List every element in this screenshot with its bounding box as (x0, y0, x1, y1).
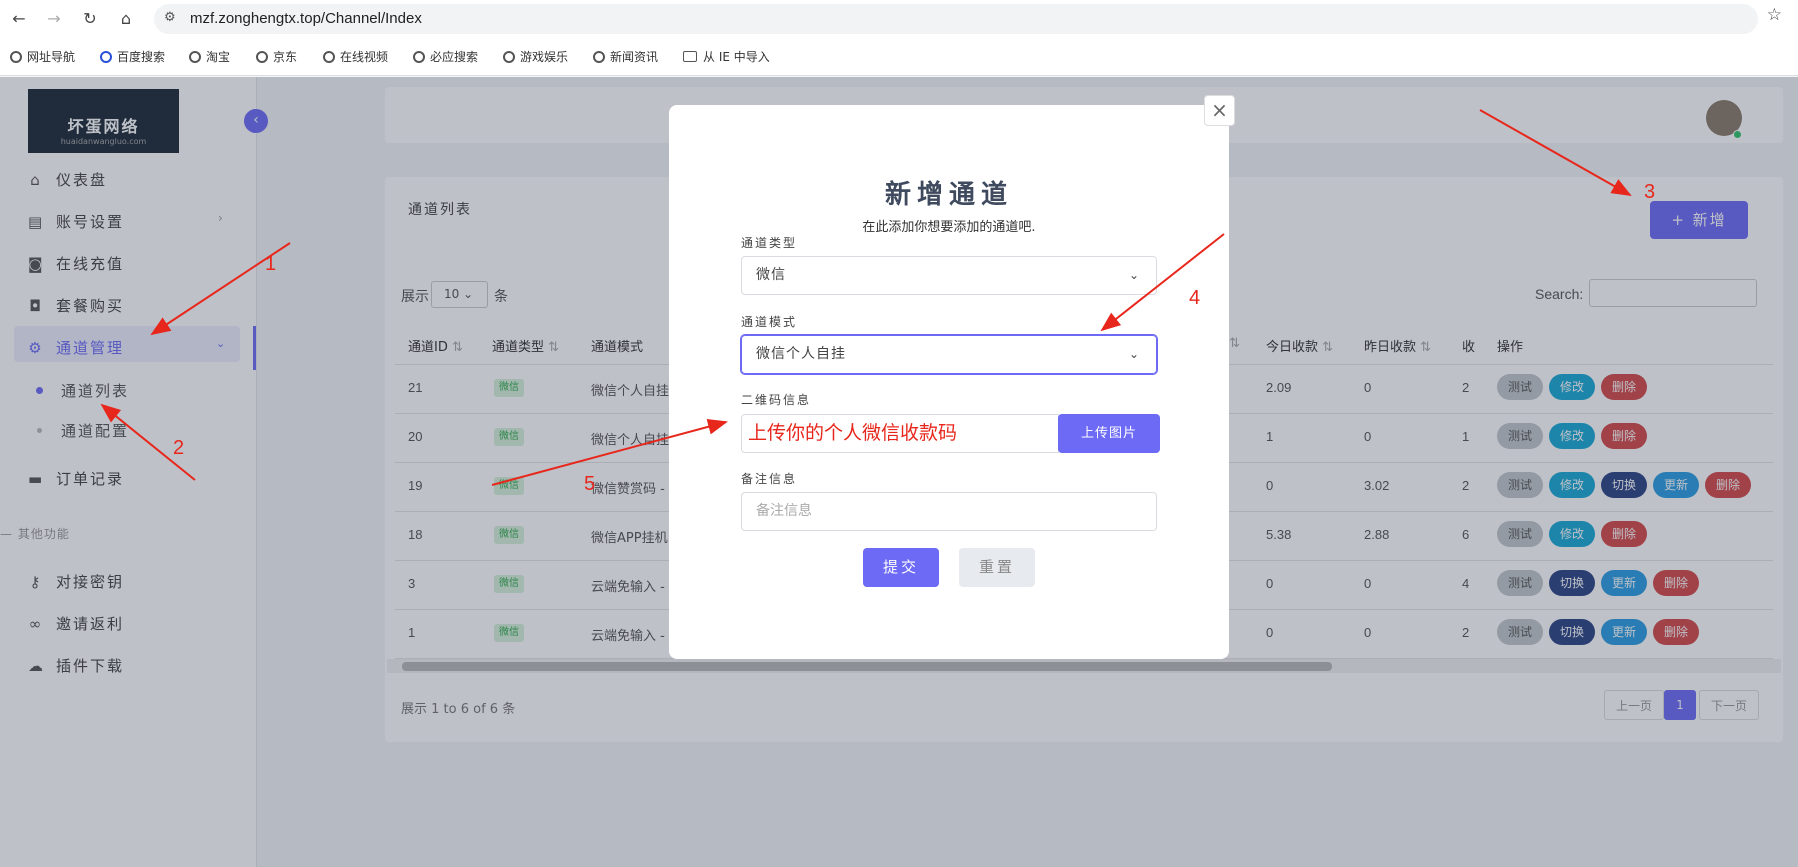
chevron-down-icon: ⌄ (1128, 268, 1140, 282)
globe-icon (189, 51, 201, 63)
note-label: 备注信息 (741, 472, 798, 486)
bookmark-label: 从 IE 中导入 (703, 50, 770, 64)
bookmark-item[interactable]: 游戏娱乐 (503, 48, 568, 65)
bookmarks-bar: 网址导航 百度搜索 淘宝 京东 在线视频 必应搜索 游戏娱乐 新闻资讯 从 IE… (0, 38, 1798, 76)
bookmark-item[interactable]: 淘宝 (189, 48, 230, 65)
bookmark-label: 百度搜索 (117, 50, 166, 64)
modal-subtitle: 在此添加你想要添加的通道吧. (862, 220, 1036, 235)
bookmark-label: 网址导航 (27, 50, 76, 64)
site-info-icon[interactable]: ⚙ (164, 10, 176, 25)
home-icon[interactable]: ⌂ (115, 8, 137, 30)
bookmark-star-icon[interactable]: ☆ (1767, 5, 1782, 25)
annotation-number: 2 (173, 437, 185, 459)
browser-toolbar: ← → ↻ ⌂ ⚙ mzf.zonghengtx.top/Channel/Ind… (0, 0, 1798, 38)
forward-icon[interactable]: → (43, 8, 65, 30)
channel-type-value: 微信 (756, 267, 786, 283)
mode-label: 通道模式 (741, 315, 798, 329)
modal-title: 新增通道 (884, 180, 1013, 210)
bookmark-label: 新闻资讯 (610, 50, 659, 64)
reload-icon[interactable]: ↻ (79, 8, 101, 30)
globe-icon (413, 51, 425, 63)
bookmark-label: 游戏娱乐 (520, 50, 569, 64)
close-modal-button[interactable]: × (1204, 95, 1235, 126)
bookmark-item[interactable]: 必应搜索 (413, 48, 478, 65)
bookmark-label: 京东 (273, 50, 298, 64)
bookmark-item[interactable]: 百度搜索 (100, 48, 165, 65)
bookmark-item[interactable]: 京东 (256, 48, 297, 65)
baidu-icon (100, 51, 112, 63)
bookmark-item[interactable]: 在线视频 (323, 48, 388, 65)
globe-icon (256, 51, 268, 63)
address-bar[interactable]: ⚙ mzf.zonghengtx.top/Channel/Index (154, 4, 1758, 34)
folder-icon (683, 51, 697, 62)
annotation-qr-hint: 上传你的个人微信收款码 (748, 422, 958, 444)
back-icon[interactable]: ← (8, 8, 30, 30)
channel-mode-select[interactable]: 微信个人自挂 ⌄ (741, 335, 1157, 374)
annotation-number: 5 (584, 473, 596, 495)
bookmark-label: 在线视频 (340, 50, 389, 64)
type-label: 通道类型 (741, 236, 798, 250)
reset-button[interactable]: 重置 (959, 548, 1035, 587)
globe-icon (503, 51, 515, 63)
note-input[interactable]: 备注信息 (741, 492, 1157, 531)
channel-mode-value: 微信个人自挂 (756, 346, 846, 362)
submit-button[interactable]: 提交 (863, 548, 939, 587)
bookmark-item[interactable]: 网址导航 (10, 48, 75, 65)
annotation-number: 1 (265, 253, 277, 275)
bookmark-item[interactable]: 从 IE 中导入 (683, 48, 770, 65)
qr-label: 二维码信息 (741, 393, 812, 407)
bookmark-item[interactable]: 新闻资讯 (593, 48, 658, 65)
upload-image-button[interactable]: 上传图片 (1058, 414, 1160, 453)
bookmark-label: 淘宝 (206, 50, 231, 64)
chevron-down-icon: ⌄ (1128, 347, 1140, 361)
globe-icon (593, 51, 605, 63)
annotation-number: 4 (1189, 287, 1201, 309)
globe-icon (323, 51, 335, 63)
globe-icon (10, 51, 22, 63)
annotation-number: 3 (1644, 181, 1656, 203)
url-text: mzf.zonghengtx.top/Channel/Index (190, 10, 422, 27)
channel-type-select[interactable]: 微信 ⌄ (741, 256, 1157, 295)
bookmark-label: 必应搜索 (430, 50, 479, 64)
